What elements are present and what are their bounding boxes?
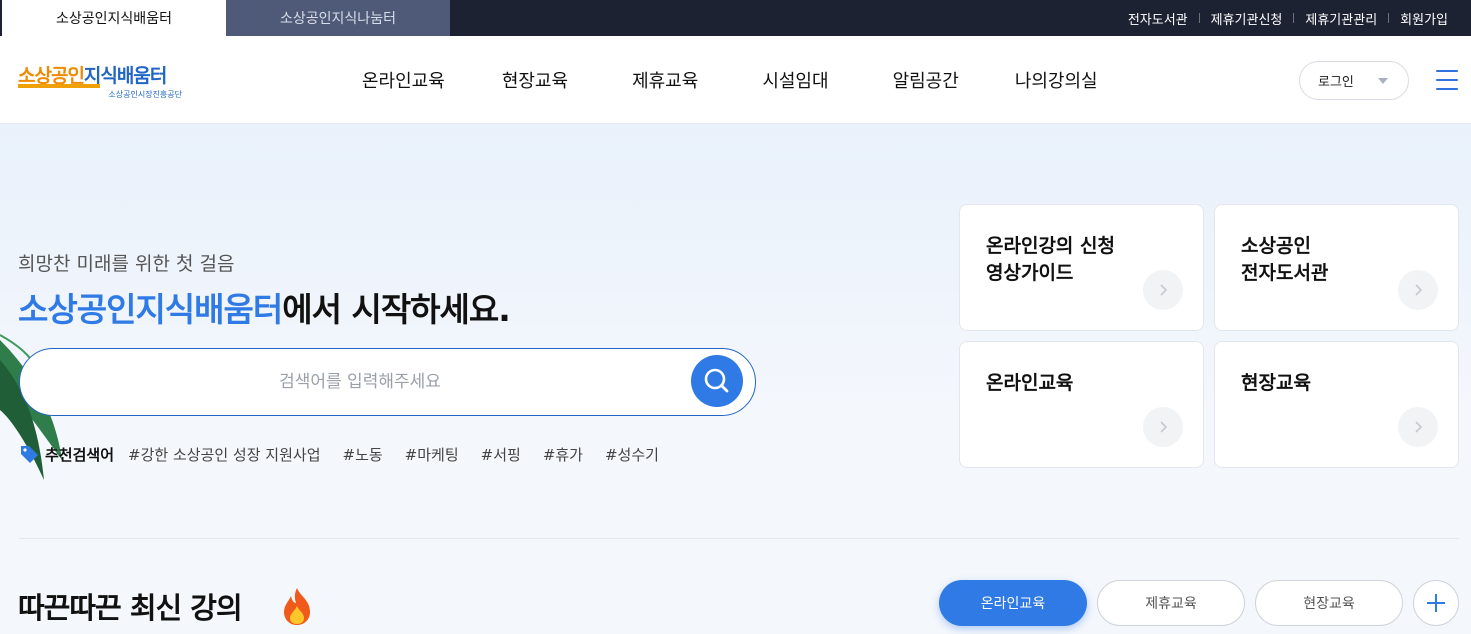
keyword-tag[interactable]: #강한 소상공인 성장 지원사업 xyxy=(128,444,320,465)
card-field-education[interactable]: 현장교육 xyxy=(1214,341,1459,468)
nav-facility-rental[interactable]: 시설임대 xyxy=(762,67,828,93)
keyword-tag[interactable]: #휴가 xyxy=(543,444,583,465)
fire-icon xyxy=(284,588,310,625)
tag-icon xyxy=(21,446,38,463)
hero-title: 소상공인지식배움터에서 시작하세요. xyxy=(18,283,511,331)
filter-online-education[interactable]: 온라인교육 xyxy=(939,580,1087,626)
link-partner-apply[interactable]: 제휴기관신청 xyxy=(1200,9,1294,28)
card-online-education[interactable]: 온라인교육 xyxy=(959,341,1204,468)
keyword-tag[interactable]: #마케팅 xyxy=(405,444,459,465)
chevron-right-icon xyxy=(1415,421,1423,433)
keyword-tag[interactable]: #성수기 xyxy=(605,444,659,465)
nav-online-education[interactable]: 온라인교육 xyxy=(362,67,445,93)
hero-subtitle: 희망찬 미래를 위한 첫 걸음 xyxy=(18,253,235,275)
logo-underline xyxy=(18,84,100,88)
card-arrow-button[interactable] xyxy=(1143,270,1183,310)
login-dropdown[interactable]: 로그인 xyxy=(1299,61,1409,100)
hamburger-menu-icon[interactable] xyxy=(1436,70,1458,90)
plus-icon xyxy=(1427,594,1445,612)
site-tab-learning[interactable]: 소상공인지식배움터 xyxy=(2,0,226,36)
search-bar xyxy=(19,348,756,416)
caret-down-icon xyxy=(1378,78,1388,84)
keyword-tag[interactable]: #노동 xyxy=(343,444,383,465)
link-signup[interactable]: 회원가입 xyxy=(1389,9,1459,28)
site-logo[interactable]: 소상공인지식배움터 소상공인시장진흥공단 xyxy=(18,61,188,101)
more-button[interactable] xyxy=(1413,580,1459,626)
card-title: 온라인교육 xyxy=(986,372,1074,394)
card-e-library[interactable]: 소상공인 전자도서관 xyxy=(1214,204,1459,331)
nav-field-education[interactable]: 현장교육 xyxy=(502,67,568,93)
chevron-right-icon xyxy=(1160,284,1168,296)
recommended-keywords: 추천검색어 #강한 소상공인 성장 지원사업 #노동 #마케팅 #서핑 #휴가 … xyxy=(19,441,681,467)
search-icon xyxy=(704,368,729,393)
hero-title-rest: 에서 시작하세요. xyxy=(282,290,511,329)
latest-lectures-title: 따끈따끈 최신 강의 xyxy=(18,591,243,625)
filter-field-education[interactable]: 현장교육 xyxy=(1255,580,1403,626)
card-arrow-button[interactable] xyxy=(1143,407,1183,447)
card-title: 온라인강의 신청 영상가이드 xyxy=(986,235,1115,284)
site-tab-sharing[interactable]: 소상공인지식나눔터 xyxy=(226,0,450,36)
filter-partner-education[interactable]: 제휴교육 xyxy=(1097,580,1245,626)
nav-my-classroom[interactable]: 나의강의실 xyxy=(1015,67,1098,93)
card-title: 현장교육 xyxy=(1241,372,1311,394)
link-e-library[interactable]: 전자도서관 xyxy=(1117,9,1199,28)
main-nav: 온라인교육 현장교육 제휴교육 시설임대 알림공간 나의강의실 xyxy=(340,36,1098,124)
card-title: 소상공인 전자도서관 xyxy=(1241,235,1329,284)
hero-title-highlight: 소상공인지식배움터 xyxy=(18,290,283,329)
card-arrow-button[interactable] xyxy=(1398,407,1438,447)
chevron-right-icon xyxy=(1415,284,1423,296)
keyword-tag[interactable]: #서핑 xyxy=(481,444,521,465)
search-input[interactable] xyxy=(50,361,670,403)
link-partner-manage[interactable]: 제휴기관관리 xyxy=(1294,9,1388,28)
logo-subtitle: 소상공인시장진흥공단 xyxy=(108,90,182,99)
main-header: 소상공인지식배움터 소상공인시장진흥공단 온라인교육 현장교육 제휴교육 시설임… xyxy=(0,36,1471,124)
chevron-right-icon xyxy=(1160,421,1168,433)
utility-links: 전자도서관 제휴기관신청 제휴기관관리 회원가입 xyxy=(1117,0,1459,36)
section-divider xyxy=(19,538,1459,539)
nav-notices[interactable]: 알림공간 xyxy=(893,67,959,93)
nav-partner-education[interactable]: 제휴교육 xyxy=(632,67,698,93)
search-button[interactable] xyxy=(691,355,743,407)
recommend-label: 추천검색어 xyxy=(45,445,115,464)
hero-section xyxy=(0,124,1471,539)
card-arrow-button[interactable] xyxy=(1398,270,1438,310)
card-video-guide[interactable]: 온라인강의 신청 영상가이드 xyxy=(959,204,1204,331)
login-label: 로그인 xyxy=(1318,75,1354,90)
top-bar: 소상공인지식배움터 소상공인지식나눔터 전자도서관 제휴기관신청 제휴기관관리 … xyxy=(0,0,1471,36)
